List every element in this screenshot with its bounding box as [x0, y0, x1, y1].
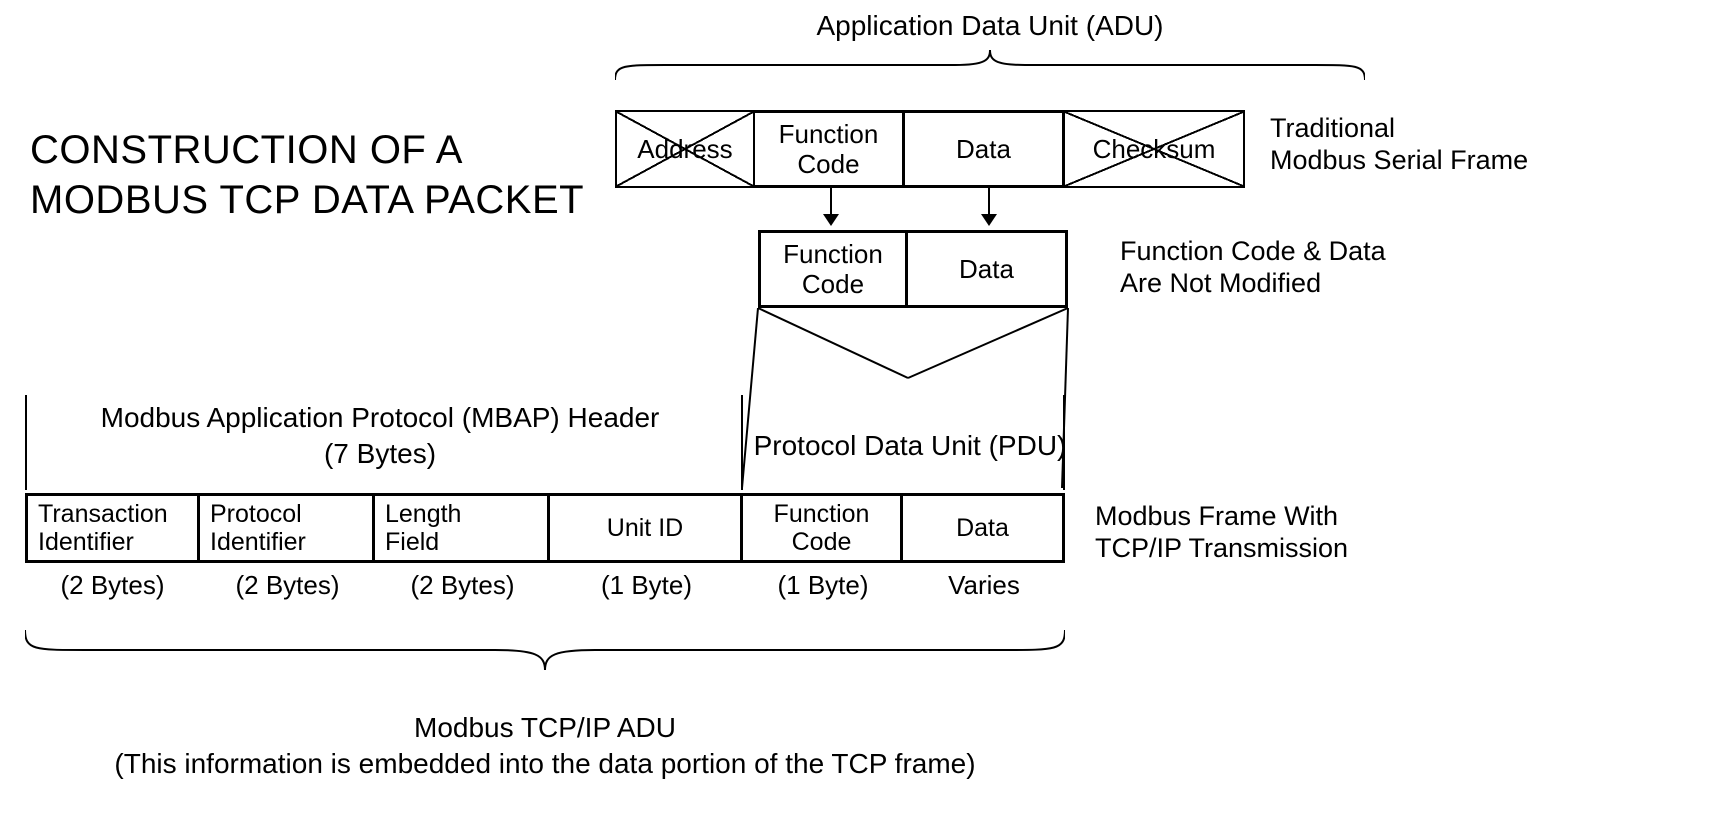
unmodified-row: Function Code Data [758, 230, 1068, 308]
cell-data-3: Data [903, 493, 1065, 563]
unmodified-note: Function Code & Data Are Not Modified [1120, 235, 1386, 299]
tcp-frame-row: Transaction Identifier Protocol Identifi… [25, 493, 1065, 563]
cell-transaction-id: Transaction Identifier [25, 493, 200, 563]
cell-function-code-3: Function Code [743, 493, 903, 563]
serial-frame-note: Traditional Modbus Serial Frame [1270, 112, 1528, 176]
adu-label: Application Data Unit (ADU) [790, 10, 1190, 42]
cell-data-1: Data [905, 110, 1065, 188]
bottom-label-2: (This information is embedded into the d… [25, 746, 1065, 782]
bytes-length: (2 Bytes) [375, 570, 550, 601]
arrow-down-icon [988, 188, 990, 224]
cell-function-code-2: Function Code [758, 230, 908, 308]
vsep-left [25, 395, 27, 490]
cell-checksum: Checksum [1065, 110, 1245, 188]
mbap-header-label: Modbus Application Protocol (MBAP) Heade… [30, 400, 730, 472]
bytes-row: (2 Bytes) (2 Bytes) (2 Bytes) (1 Byte) (… [25, 570, 1065, 601]
bytes-data: Varies [903, 570, 1065, 601]
cell-protocol-id: Protocol Identifier [200, 493, 375, 563]
bottom-labels: Modbus TCP/IP ADU (This information is e… [25, 710, 1065, 782]
bytes-transaction: (2 Bytes) [25, 570, 200, 601]
bottom-label-1: Modbus TCP/IP ADU [25, 710, 1065, 746]
cell-address: Address [615, 110, 755, 188]
diagram-title: CONSTRUCTION OF A MODBUS TCP DATA PACKET [30, 125, 584, 225]
brace-bottom-icon [25, 630, 1065, 670]
vsep-mid [741, 395, 743, 490]
bytes-unitid: (1 Byte) [550, 570, 743, 601]
title-line-2: MODBUS TCP DATA PACKET [30, 175, 584, 225]
cell-length-field: Length Field [375, 493, 550, 563]
title-line-1: CONSTRUCTION OF A [30, 125, 584, 175]
cell-function-code-1: Function Code [755, 110, 905, 188]
tcp-frame-note: Modbus Frame With TCP/IP Transmission [1095, 500, 1348, 564]
bytes-protocol: (2 Bytes) [200, 570, 375, 601]
arrow-down-icon [830, 188, 832, 224]
bytes-funccode: (1 Byte) [743, 570, 903, 601]
cell-unit-id: Unit ID [550, 493, 743, 563]
brace-top-icon [615, 50, 1365, 80]
pdu-header-label: Protocol Data Unit (PDU) [750, 430, 1070, 462]
serial-frame-row: Address Function Code Data Checksum [615, 110, 1245, 188]
cell-data-2: Data [908, 230, 1068, 308]
